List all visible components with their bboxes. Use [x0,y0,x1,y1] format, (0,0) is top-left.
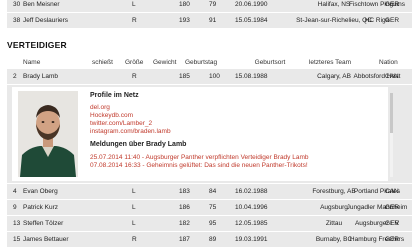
player-height: 185 [179,73,190,80]
player-number: 30 [13,1,21,8]
header-height[interactable]: Größe [125,59,143,66]
profile-link-hockeydb[interactable]: Hockeydb.com [90,112,133,119]
player-number: 38 [13,17,21,24]
player-dob: 20.06.1990 [235,1,268,8]
table-row[interactable]: 38 Jeff Deslauriers R 193 91 15.05.1984 … [7,13,412,29]
player-nation: GER [385,236,400,243]
player-height: 183 [179,188,190,195]
player-name[interactable]: Ben Meisner [23,1,60,8]
player-number: 15 [13,236,21,243]
player-last-team: Hamburg Freezers [349,236,405,243]
player-portrait-icon [18,91,78,177]
player-nation: GER [385,1,400,8]
player-nation: CAN [385,188,399,195]
player-height: 182 [179,220,190,227]
player-number: 9 [13,204,17,211]
player-height: 187 [179,236,190,243]
player-name[interactable]: Steffen Tölzer [23,220,63,227]
player-shoots: L [132,204,136,211]
player-detail-card: Profile im Netz del.org Hockeydb.com twi… [12,87,393,181]
table-header: Name schießt Größe Gewicht Geburtstag Ge… [7,55,412,69]
header-name[interactable]: Name [23,59,40,66]
player-shoots: R [132,73,137,80]
player-dob: 15.08.1988 [235,73,268,80]
news-title: Meldungen über Brady Lamb [90,141,187,148]
player-weight: 89 [209,236,217,243]
player-last-team: Jungadler Mannheim [346,204,408,211]
player-dob: 15.05.1984 [235,17,268,24]
player-last-team: Abbotsford Heat [353,73,401,80]
table-row[interactable]: 30 Ben Meisner L 180 79 20.06.1990 Halif… [7,0,412,13]
profile-link-del[interactable]: del.org [90,104,110,111]
player-last-team: HC Riga [364,17,390,24]
player-name[interactable]: Evan Oberg [23,188,58,195]
player-photo [18,91,78,177]
player-weight: 75 [209,204,217,211]
detail-scrollbar[interactable] [390,93,393,177]
player-height: 193 [179,17,190,24]
player-name[interactable]: Brady Lamb [23,73,58,80]
header-weight[interactable]: Gewicht [153,59,176,66]
table-row[interactable]: 9 Patrick Kurz L 186 75 10.04.1996 Augsb… [7,200,412,216]
player-shoots: R [132,17,137,24]
player-detail-panel: Profile im Netz del.org Hockeydb.com twi… [7,85,412,183]
player-name[interactable]: Patrick Kurz [23,204,58,211]
player-last-team: Fischtown Pinguins [349,1,405,8]
player-height: 186 [179,204,190,211]
detail-scrollbar-thumb[interactable] [390,93,393,133]
player-nation: CAN [385,73,399,80]
header-dob[interactable]: Geburtstag [185,59,217,66]
player-shoots: R [132,236,137,243]
player-last-team: Portland Pirates [353,188,401,195]
table-row[interactable]: 15 James Bettauer R 187 89 19.03.1991 Bu… [7,232,412,248]
news-item[interactable]: 25.07.2014 11:40 - Augsburger Panther ve… [90,154,309,161]
player-weight: 95 [209,220,217,227]
player-shoots: L [132,220,136,227]
player-dob: 16.02.1988 [235,188,268,195]
player-dob: 19.03.1991 [235,236,268,243]
player-dob: 10.04.1996 [235,204,268,211]
news-item[interactable]: 07.08.2014 16:33 - Geheimnis gelüftet: D… [90,162,308,169]
player-height: 180 [179,1,190,8]
player-number: 2 [13,73,17,80]
header-last-team[interactable]: letzteres Team [287,59,373,66]
player-dob: 12.05.1985 [235,220,268,227]
profile-link-instagram[interactable]: instagram.com/braden.lamb [90,128,171,135]
profile-title: Profile im Netz [90,92,139,99]
profile-link-twitter[interactable]: twitter.com/Lamber_2 [90,120,152,127]
player-nation: GER [385,204,400,211]
player-name[interactable]: Jeff Deslauriers [23,17,68,24]
player-weight: 100 [209,73,220,80]
player-shoots: L [132,1,136,8]
player-weight: 91 [209,17,217,24]
player-weight: 84 [209,188,217,195]
header-shoots[interactable]: schießt [92,59,113,66]
player-number: 4 [13,188,17,195]
player-name[interactable]: James Bettauer [23,236,69,243]
player-shoots: L [132,188,136,195]
table-row-expanded[interactable]: 2 Brady Lamb R 185 100 15.08.1988 Calgar… [7,69,412,85]
table-row[interactable]: 13 Steffen Tölzer L 182 95 12.05.1985 Zi… [7,216,412,232]
player-nation: GER [385,220,400,227]
section-title: VERTEIDIGER [7,40,67,50]
player-nation: GER [385,17,400,24]
player-weight: 79 [209,1,217,8]
table-row[interactable]: 4 Evan Oberg L 183 84 16.02.1988 Forestb… [7,184,412,200]
header-nation[interactable]: Nation [379,59,398,66]
player-number: 13 [13,220,21,227]
player-last-team: Augsburger EV [354,220,400,227]
